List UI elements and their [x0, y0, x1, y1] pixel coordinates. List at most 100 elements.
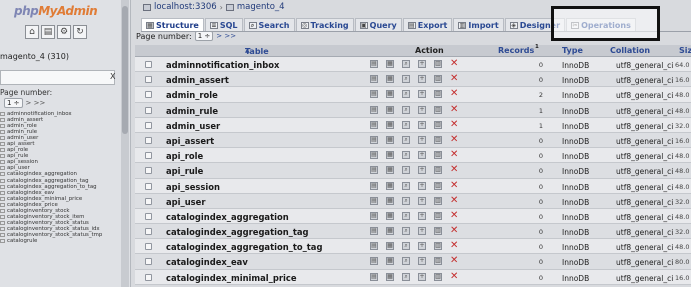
structure-icon[interactable]: ▦ — [386, 90, 394, 99]
table-name-link[interactable]: admin_rule — [166, 106, 218, 116]
row-checkbox[interactable] — [145, 182, 152, 190]
sidebar-table-item[interactable]: catalogrule — [0, 238, 122, 244]
table-icon[interactable] — [0, 202, 5, 207]
drop-icon[interactable]: ✕ — [450, 226, 458, 236]
page-number-select[interactable]: 1 ÷ — [194, 31, 214, 41]
structure-icon[interactable]: ▦ — [386, 60, 394, 68]
empty-icon[interactable]: ▥ — [434, 242, 442, 251]
insert-icon[interactable]: + — [418, 75, 426, 84]
browse-icon[interactable]: ▤ — [370, 166, 378, 175]
empty-icon[interactable]: ▥ — [434, 120, 442, 129]
browse-icon[interactable]: ▤ — [370, 181, 378, 190]
row-checkbox[interactable] — [145, 61, 152, 68]
row-checkbox[interactable] — [145, 228, 152, 236]
insert-icon[interactable]: + — [418, 120, 426, 129]
table-icon[interactable] — [0, 208, 5, 213]
structure-icon[interactable]: ▦ — [386, 272, 394, 281]
row-checkbox[interactable] — [145, 243, 152, 251]
search-icon[interactable]: ⌕ — [402, 211, 410, 220]
empty-icon[interactable]: ▥ — [434, 151, 442, 160]
table-icon[interactable] — [0, 118, 5, 123]
row-checkbox[interactable] — [145, 152, 152, 160]
table-icon[interactable] — [0, 124, 5, 129]
empty-icon[interactable]: ▥ — [434, 227, 442, 236]
settings-icon[interactable]: ⚙ — [57, 25, 71, 39]
browse-icon[interactable]: ▤ — [370, 135, 378, 144]
empty-icon[interactable]: ▥ — [434, 105, 442, 114]
filter-clear-button[interactable]: X — [110, 72, 115, 81]
table-icon[interactable] — [0, 220, 5, 225]
tab-tracking[interactable]: ◎ Tracking — [295, 18, 354, 31]
table-name-link[interactable]: adminnotification_inbox — [166, 60, 279, 70]
structure-icon[interactable]: ▦ — [386, 75, 394, 84]
table-icon[interactable] — [0, 148, 5, 153]
empty-icon[interactable]: ▥ — [434, 257, 442, 266]
row-checkbox[interactable] — [145, 106, 152, 114]
drop-icon[interactable]: ✕ — [450, 271, 458, 281]
search-icon[interactable]: ⌕ — [402, 272, 410, 281]
structure-icon[interactable]: ▦ — [386, 181, 394, 190]
browse-icon[interactable]: ▤ — [370, 151, 378, 160]
table-name-link[interactable]: api_session — [166, 182, 220, 192]
tab-query[interactable]: ▣ Query — [354, 18, 402, 31]
table-name-link[interactable]: catalogindex_aggregation_tag — [166, 227, 309, 237]
search-icon[interactable]: ⌕ — [402, 196, 410, 205]
row-checkbox[interactable] — [145, 258, 152, 266]
search-icon[interactable]: ⌕ — [402, 227, 410, 236]
insert-icon[interactable]: + — [418, 181, 426, 190]
search-icon[interactable]: ⌕ — [402, 90, 410, 99]
drop-icon[interactable]: ✕ — [450, 195, 458, 205]
table-name-link[interactable]: catalogindex_aggregation_to_tag — [166, 242, 322, 252]
browse-icon[interactable]: ▤ — [370, 90, 378, 99]
row-checkbox[interactable] — [145, 121, 152, 129]
structure-icon[interactable]: ▦ — [386, 227, 394, 236]
header-type[interactable]: Type — [562, 46, 583, 55]
browse-icon[interactable]: ▤ — [370, 120, 378, 129]
header-collation[interactable]: Collation — [610, 46, 650, 55]
structure-icon[interactable]: ▦ — [386, 196, 394, 205]
table-name-link[interactable]: admin_user — [166, 121, 220, 131]
drop-icon[interactable]: ✕ — [450, 210, 458, 220]
drop-icon[interactable]: ✕ — [450, 89, 458, 99]
table-name-link[interactable]: api_role — [166, 151, 203, 161]
browse-icon[interactable]: ▤ — [370, 105, 378, 114]
sidebar-page-select[interactable]: 1 ÷ — [4, 98, 23, 108]
tab-sql[interactable]: ≡ SQL — [204, 18, 243, 31]
structure-icon[interactable]: ▦ — [386, 135, 394, 144]
browse-icon[interactable]: ▤ — [370, 272, 378, 281]
structure-icon[interactable]: ▦ — [386, 166, 394, 175]
breadcrumb-server[interactable]: localhost:3306 — [154, 2, 217, 12]
drop-icon[interactable]: ✕ — [450, 74, 458, 84]
next-page-arrows[interactable]: > >> — [216, 32, 236, 40]
table-name-link[interactable]: admin_assert — [166, 75, 229, 85]
search-icon[interactable]: ⌕ — [402, 257, 410, 266]
search-icon[interactable]: ⌕ — [402, 135, 410, 144]
table-icon[interactable] — [0, 136, 5, 141]
table-icon[interactable] — [0, 226, 5, 231]
table-name-link[interactable]: api_assert — [166, 136, 214, 146]
table-icon[interactable] — [0, 214, 5, 219]
row-checkbox[interactable] — [145, 212, 152, 220]
tab-export[interactable]: ▤ Export — [402, 18, 453, 31]
phpmyadmin-logo[interactable]: phpMyAdmin — [14, 4, 98, 18]
structure-icon[interactable]: ▦ — [386, 120, 394, 129]
search-icon[interactable]: ⌕ — [402, 75, 410, 84]
tab-structure[interactable]: ▦ Structure — [141, 18, 204, 31]
browse-icon[interactable]: ▤ — [370, 196, 378, 205]
browse-icon[interactable]: ▤ — [370, 211, 378, 220]
drop-icon[interactable]: ✕ — [450, 241, 458, 251]
home-icon[interactable]: ⌂ — [25, 25, 39, 39]
table-icon[interactable] — [0, 154, 5, 159]
table-icon[interactable] — [0, 160, 5, 165]
drop-icon[interactable]: ✕ — [450, 165, 458, 175]
structure-icon[interactable]: ▦ — [386, 211, 394, 220]
table-filter-input[interactable] — [0, 70, 115, 85]
header-records[interactable]: Records — [498, 46, 534, 55]
structure-icon[interactable]: ▦ — [386, 105, 394, 114]
structure-icon[interactable]: ▦ — [386, 151, 394, 160]
empty-icon[interactable]: ▥ — [434, 90, 442, 99]
row-checkbox[interactable] — [145, 197, 152, 205]
search-icon[interactable]: ⌕ — [402, 105, 410, 114]
tab-search[interactable]: ⌕ Search — [243, 18, 295, 31]
insert-icon[interactable]: + — [418, 166, 426, 175]
